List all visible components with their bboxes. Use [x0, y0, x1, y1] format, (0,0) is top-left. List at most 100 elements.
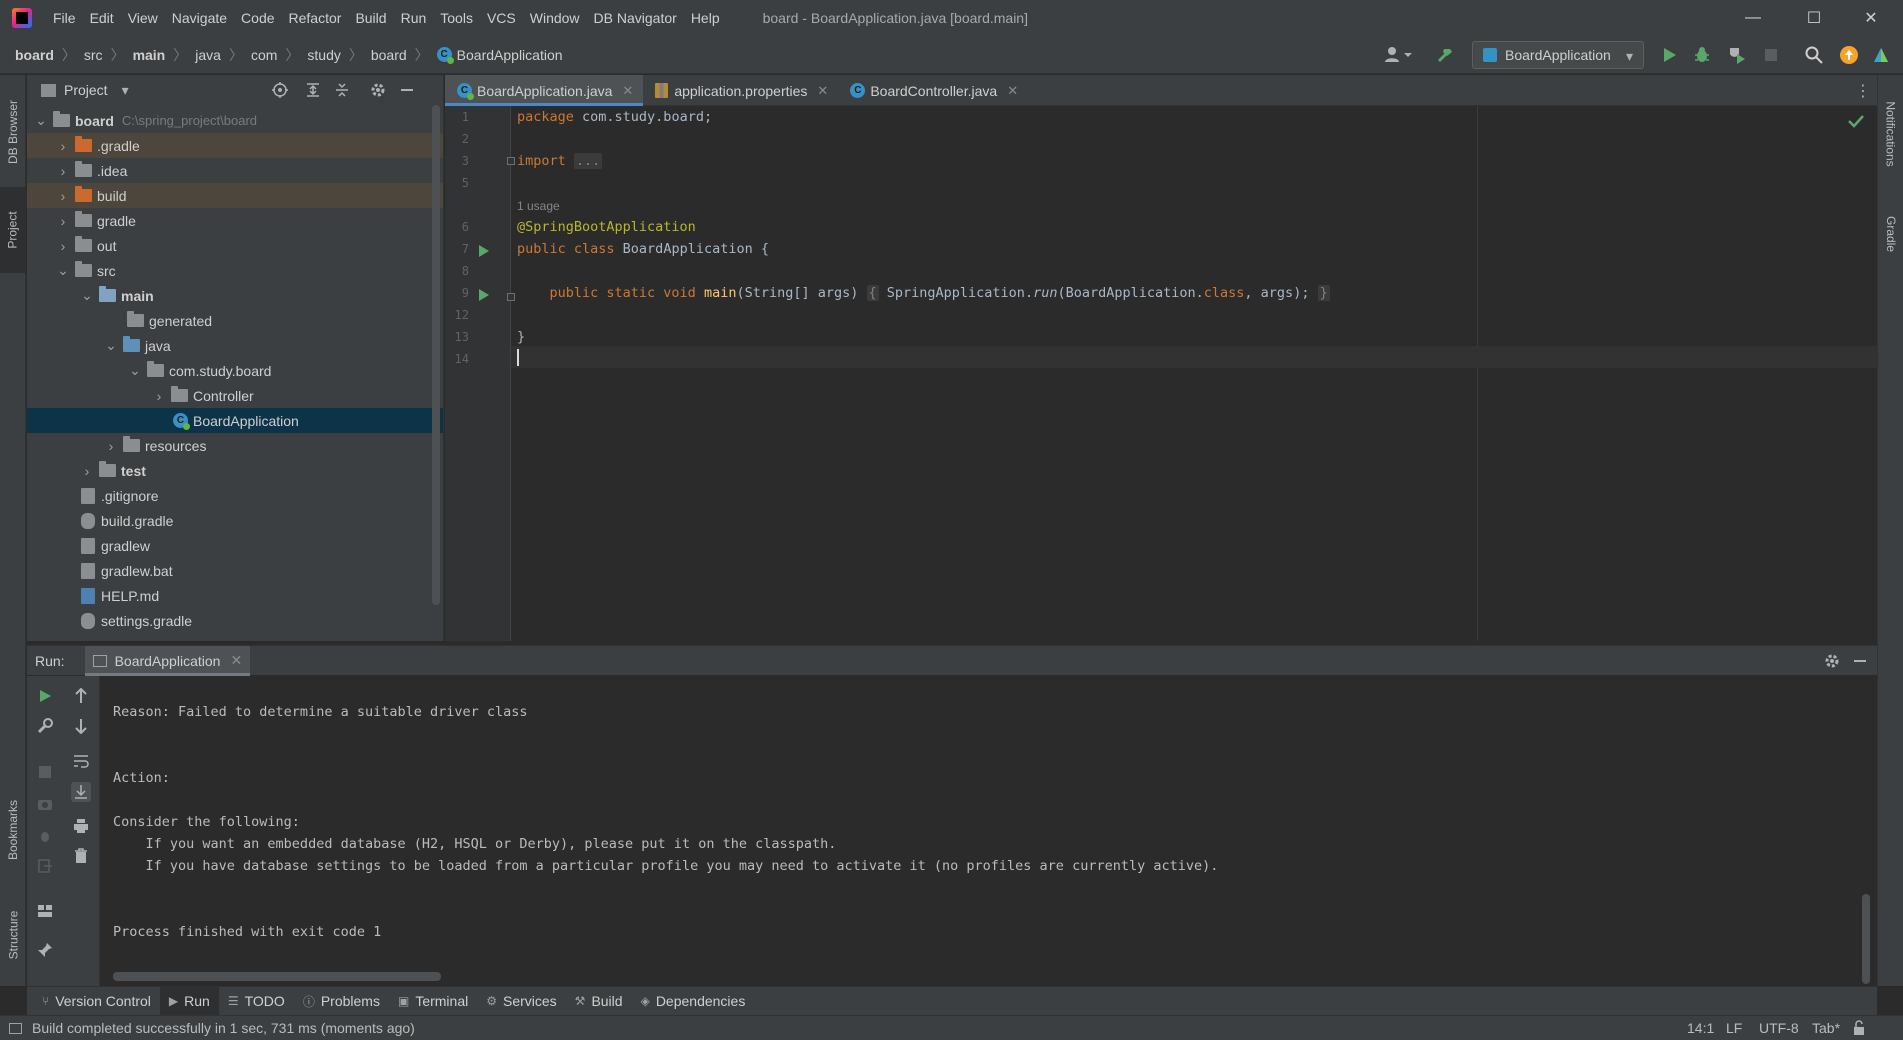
user-account-icon[interactable] — [1382, 45, 1416, 65]
run-gutter-icon[interactable] — [479, 289, 489, 301]
chevron-right-icon[interactable]: › — [55, 238, 71, 254]
tree-item-gradlew-bat[interactable]: gradlew.bat — [27, 558, 443, 583]
close-tab-icon[interactable]: ✕ — [230, 652, 242, 669]
update-icon[interactable] — [1839, 45, 1859, 65]
breadcrumb-main[interactable]: main — [133, 47, 166, 63]
debug-icon[interactable] — [1692, 45, 1712, 65]
menu-navigate[interactable]: Navigate — [165, 0, 234, 36]
close-tab-icon[interactable]: ✕ — [1007, 83, 1018, 99]
file-encoding[interactable]: UTF-8 — [1759, 1016, 1799, 1040]
close-tab-icon[interactable]: ✕ — [817, 83, 828, 99]
chevron-down-icon[interactable]: ⌄ — [33, 112, 49, 129]
tree-item-test[interactable]: › test — [27, 458, 443, 483]
trash-icon[interactable] — [71, 846, 91, 866]
expand-all-icon[interactable] — [304, 81, 322, 99]
settings-gear-icon[interactable] — [1824, 653, 1840, 669]
menu-vcs[interactable]: VCS — [480, 0, 523, 36]
tree-item-gradlew[interactable]: gradlew — [27, 533, 443, 558]
chevron-right-icon[interactable]: › — [55, 213, 71, 229]
project-scrollbar[interactable] — [432, 105, 440, 605]
debug-off-icon[interactable] — [35, 826, 55, 846]
breadcrumb-study[interactable]: study — [307, 47, 340, 63]
toggle-tool-windows-icon[interactable] — [9, 1022, 22, 1034]
print-icon[interactable] — [71, 816, 91, 836]
run-tab-boardapplication[interactable]: BoardApplication ✕ — [84, 645, 251, 676]
close-window-button[interactable]: ✕ — [1843, 0, 1899, 36]
breadcrumb-src[interactable]: src — [84, 47, 103, 63]
collapse-all-icon[interactable] — [333, 81, 351, 99]
status-message[interactable]: Build completed successfully in 1 sec, 7… — [32, 1020, 415, 1036]
menu-view[interactable]: View — [121, 0, 165, 36]
run-with-coverage-icon[interactable] — [1727, 45, 1747, 65]
chevron-right-icon[interactable]: › — [151, 388, 167, 404]
breadcrumb-boardapplication[interactable]: C BoardApplication — [436, 47, 563, 64]
minimize-button[interactable]: — — [1725, 0, 1781, 36]
tool-tab-build[interactable]: ⚒ Build — [566, 987, 632, 1016]
chevron-right-icon[interactable]: › — [103, 438, 119, 454]
chevron-down-icon[interactable]: ⌄ — [79, 287, 95, 304]
run-gutter-icon[interactable] — [479, 245, 489, 257]
soft-wrap-icon[interactable] — [71, 751, 91, 771]
db-browser-tool-tab[interactable]: DB Browser — [0, 83, 26, 181]
no-problems-check-icon[interactable] — [1848, 114, 1864, 128]
usage-hint[interactable]: 1 usage — [517, 199, 560, 213]
tree-item-boardapplication[interactable]: C BoardApplication — [27, 408, 443, 433]
stop-icon[interactable] — [35, 762, 55, 782]
bookmarks-tool-tab[interactable]: Bookmarks — [0, 780, 26, 880]
tab-application-properties[interactable]: application.properties ✕ — [643, 75, 838, 106]
breadcrumb-java[interactable]: java — [195, 47, 221, 63]
code-editor[interactable]: 1 2 3 5 6 7 8 9 12 13 14 package com.stu… — [445, 106, 1877, 641]
camera-icon[interactable] — [35, 794, 55, 814]
run-console-output[interactable]: Reason: Failed to determine a suitable d… — [100, 676, 1877, 986]
project-view-selector[interactable]: Project — [64, 82, 108, 98]
tab-boardapplication-java[interactable]: C BoardApplication.java ✕ — [445, 75, 644, 106]
tool-tab-services[interactable]: ⚙ Services — [477, 987, 565, 1016]
tree-root-board[interactable]: ⌄ board C:\spring_project\board — [27, 108, 443, 133]
arrow-up-icon[interactable] — [71, 686, 91, 706]
gradle-tool-tab[interactable]: Gradle — [1878, 199, 1903, 269]
stop-icon[interactable] — [1761, 45, 1781, 65]
intellij-logo-icon[interactable] — [12, 8, 32, 28]
search-icon[interactable] — [1804, 45, 1824, 65]
tool-tab-todo[interactable]: ☰ TODO — [219, 987, 294, 1016]
folded-imports[interactable]: ... — [573, 153, 603, 169]
run-configuration-dropdown[interactable]: BoardApplication ▾ — [1472, 41, 1644, 69]
jetbrains-assistant-icon[interactable] — [1871, 45, 1891, 65]
chevron-down-icon[interactable]: ⌄ — [103, 337, 119, 354]
breadcrumb-com[interactable]: com — [251, 47, 277, 63]
notifications-tool-tab[interactable]: Notifications — [1878, 81, 1903, 187]
tree-item-generated[interactable]: generated — [27, 308, 443, 333]
tree-item-java[interactable]: ⌄ java — [27, 333, 443, 358]
menu-edit[interactable]: Edit — [83, 0, 121, 36]
breadcrumb-board[interactable]: board — [15, 47, 54, 63]
tree-item-gradle-cache[interactable]: › .gradle — [27, 133, 443, 158]
tree-item-com-study-board[interactable]: ⌄ com.study.board — [27, 358, 443, 383]
rerun-icon[interactable] — [35, 686, 55, 706]
arrow-down-icon[interactable] — [71, 716, 91, 736]
tree-item-out[interactable]: › out — [27, 233, 443, 258]
chevron-down-icon[interactable]: ⌄ — [55, 262, 71, 279]
console-vertical-scrollbar[interactable] — [1862, 894, 1870, 984]
chevron-down-icon[interactable]: ⌄ — [127, 362, 143, 379]
tree-item-main[interactable]: ⌄ main — [27, 283, 443, 308]
chevron-right-icon[interactable]: › — [79, 463, 95, 479]
line-separator[interactable]: LF — [1726, 1016, 1742, 1040]
wrench-icon[interactable] — [35, 716, 55, 736]
fold-icon[interactable] — [507, 293, 515, 301]
folded-brace[interactable]: { — [866, 285, 879, 301]
menu-build[interactable]: Build — [348, 0, 393, 36]
console-horizontal-scrollbar[interactable] — [113, 972, 441, 981]
settings-gear-icon[interactable] — [369, 81, 387, 99]
hide-panel-icon[interactable] — [1852, 653, 1868, 669]
hide-panel-icon[interactable] — [398, 81, 416, 99]
breadcrumb-board-package[interactable]: board — [371, 47, 407, 63]
locate-file-icon[interactable] — [271, 81, 289, 99]
tree-item-idea[interactable]: › .idea — [27, 158, 443, 183]
folded-brace[interactable]: } — [1317, 285, 1330, 301]
exit-icon[interactable] — [35, 856, 55, 876]
run-icon[interactable] — [1659, 45, 1679, 65]
tool-tab-run[interactable]: ▶ Run — [159, 986, 219, 1016]
scroll-to-end-icon[interactable] — [71, 782, 91, 802]
more-tabs-icon[interactable]: ⋮ — [1855, 81, 1871, 101]
tool-tab-version-control[interactable]: ⑂ Version Control — [33, 987, 160, 1016]
